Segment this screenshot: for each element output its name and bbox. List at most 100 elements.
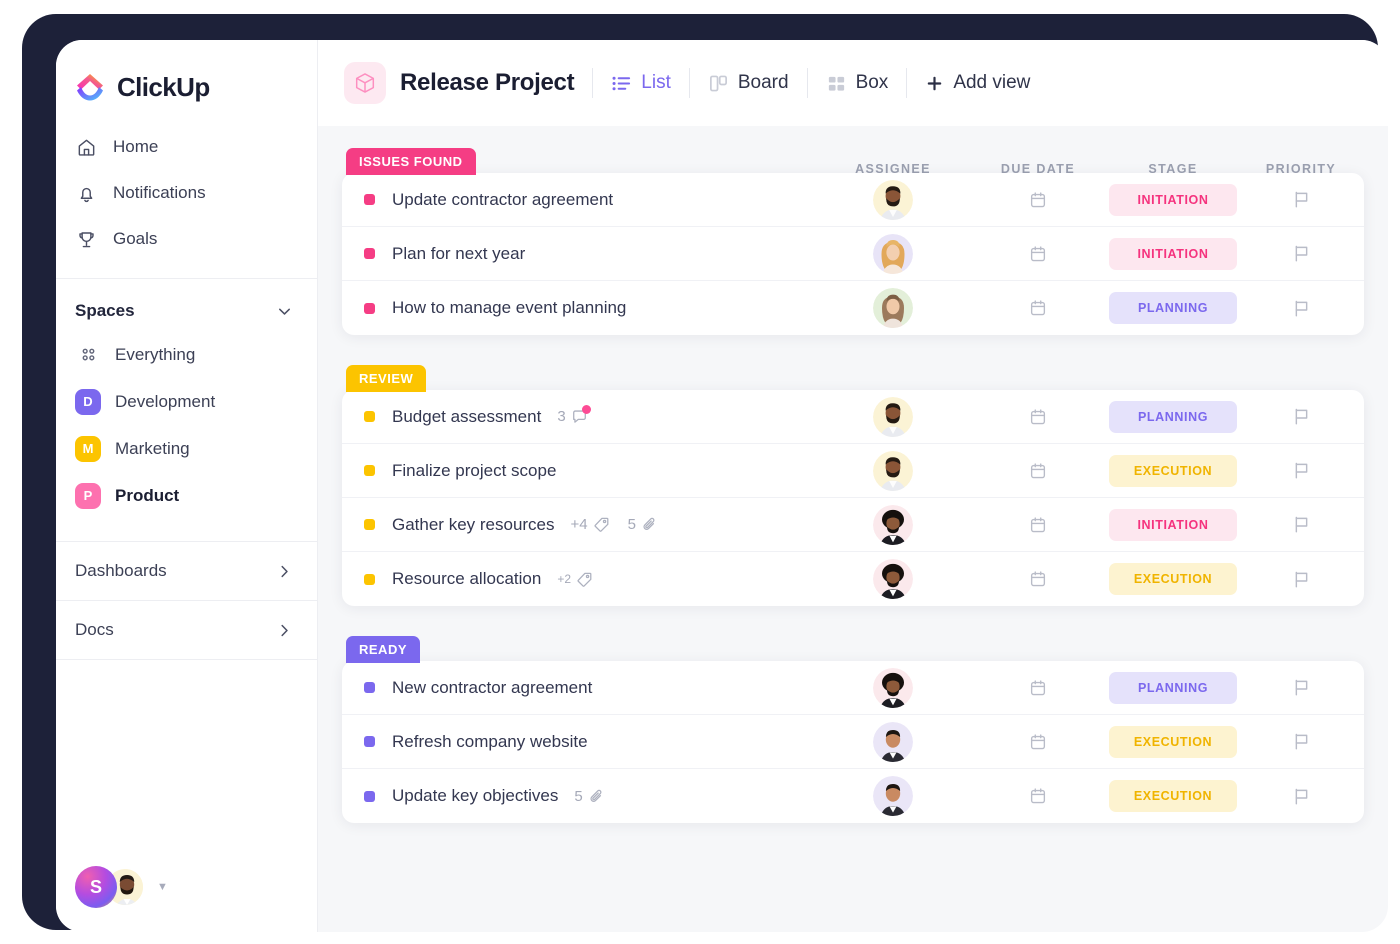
due-date-cell[interactable] (968, 515, 1108, 535)
calendar-icon[interactable] (1028, 298, 1048, 318)
chevron-down-icon[interactable] (276, 303, 293, 320)
add-view-button[interactable]: Add view (925, 72, 1030, 94)
task-status-bullet[interactable] (364, 194, 375, 205)
group-status-tag[interactable]: READY (346, 636, 421, 663)
priority-cell[interactable] (1238, 677, 1364, 698)
stage-cell[interactable]: INITIATION (1108, 183, 1238, 216)
due-date-cell[interactable] (968, 678, 1108, 698)
avatar[interactable] (873, 450, 913, 491)
sidebar-item-development[interactable]: D Development (56, 378, 317, 425)
avatar[interactable] (873, 396, 913, 437)
stage-cell[interactable]: PLANNING (1108, 400, 1238, 433)
table-row[interactable]: Update key objectives 5 EXECUTION (342, 769, 1364, 823)
avatar[interactable] (873, 504, 913, 545)
sidebar-item-dashboards[interactable]: Dashboards (56, 542, 317, 600)
user-avatar-group[interactable]: S ▼ (75, 866, 168, 908)
assignee-cell[interactable] (818, 288, 968, 328)
tab-list[interactable]: List (611, 72, 671, 94)
brand[interactable]: ClickUp (56, 40, 317, 104)
stage-cell[interactable]: EXECUTION (1108, 780, 1238, 812)
caret-down-icon[interactable]: ▼ (157, 881, 168, 893)
stage-cell[interactable]: EXECUTION (1108, 563, 1238, 595)
table-row[interactable]: Resource allocation +2 EXECUTION (342, 552, 1364, 606)
avatar[interactable] (873, 776, 913, 816)
nav-item-goals[interactable]: Goals (56, 216, 317, 262)
due-date-cell[interactable] (968, 569, 1108, 589)
status-badge[interactable]: EXECUTION (1109, 454, 1237, 487)
table-row[interactable]: Budget assessment 3 PLANNING (342, 390, 1364, 444)
assignee-cell[interactable] (818, 776, 968, 816)
avatar[interactable] (873, 179, 913, 220)
due-date-cell[interactable] (968, 786, 1108, 806)
calendar-icon[interactable] (1028, 678, 1048, 698)
due-date-cell[interactable] (968, 190, 1108, 210)
comment-count[interactable]: 3 (557, 405, 591, 425)
flag-icon[interactable] (1291, 298, 1312, 319)
flag-icon[interactable] (1291, 731, 1312, 752)
assignee-cell[interactable] (818, 233, 968, 274)
due-date-cell[interactable] (968, 244, 1108, 264)
table-row[interactable]: How to manage event planning PLANNING (342, 281, 1364, 335)
table-row[interactable]: Finalize project scope EXECUTION (342, 444, 1364, 498)
stage-cell[interactable]: INITIATION (1108, 237, 1238, 270)
status-badge[interactable]: PLANNING (1109, 671, 1237, 704)
due-date-cell[interactable] (968, 298, 1108, 318)
priority-cell[interactable] (1238, 786, 1364, 807)
table-row[interactable]: Update contractor agreement INITIATION (342, 173, 1364, 227)
flag-icon[interactable] (1291, 514, 1312, 535)
stage-cell[interactable]: PLANNING (1108, 671, 1238, 704)
stage-cell[interactable]: PLANNING (1108, 292, 1238, 324)
tag-count[interactable]: +4 (571, 516, 610, 533)
priority-cell[interactable] (1238, 243, 1364, 264)
calendar-icon[interactable] (1028, 786, 1048, 806)
status-badge[interactable]: EXECUTION (1109, 725, 1237, 758)
stage-cell[interactable]: INITIATION (1108, 508, 1238, 541)
flag-icon[interactable] (1291, 677, 1312, 698)
calendar-icon[interactable] (1028, 515, 1048, 535)
flag-icon[interactable] (1291, 406, 1312, 427)
priority-cell[interactable] (1238, 189, 1364, 210)
priority-cell[interactable] (1238, 731, 1364, 752)
assignee-cell[interactable] (818, 504, 968, 545)
nav-item-home[interactable]: Home (56, 124, 317, 170)
avatar[interactable] (873, 288, 913, 328)
status-badge[interactable]: INITIATION (1109, 183, 1237, 216)
table-row[interactable]: Plan for next year INITIATION (342, 227, 1364, 281)
task-status-bullet[interactable] (364, 411, 375, 422)
group-status-tag[interactable]: REVIEW (346, 365, 427, 392)
task-status-bullet[interactable] (364, 573, 375, 585)
status-badge[interactable]: PLANNING (1109, 292, 1237, 324)
status-badge[interactable]: EXECUTION (1109, 563, 1237, 595)
tab-box[interactable]: Box (826, 72, 888, 94)
nav-item-notifications[interactable]: Notifications (56, 170, 317, 216)
task-status-bullet[interactable] (364, 790, 375, 802)
stage-cell[interactable]: EXECUTION (1108, 454, 1238, 487)
priority-cell[interactable] (1238, 460, 1364, 481)
status-badge[interactable]: INITIATION (1109, 508, 1237, 541)
assignee-cell[interactable] (818, 559, 968, 599)
avatar[interactable] (873, 559, 913, 599)
calendar-icon[interactable] (1028, 732, 1048, 752)
tab-board[interactable]: Board (708, 72, 789, 94)
due-date-cell[interactable] (968, 461, 1108, 481)
calendar-icon[interactable] (1028, 244, 1048, 264)
task-status-bullet[interactable] (364, 736, 375, 747)
avatar[interactable] (873, 233, 913, 274)
avatar[interactable] (873, 721, 913, 762)
flag-icon[interactable] (1291, 786, 1312, 807)
task-status-bullet[interactable] (364, 465, 375, 476)
flag-icon[interactable] (1291, 569, 1312, 590)
calendar-icon[interactable] (1028, 569, 1048, 589)
task-status-bullet[interactable] (364, 682, 375, 693)
table-row[interactable]: New contractor agreement PLANNING (342, 661, 1364, 715)
flag-icon[interactable] (1291, 460, 1312, 481)
stage-cell[interactable]: EXECUTION (1108, 725, 1238, 758)
priority-cell[interactable] (1238, 569, 1364, 590)
status-badge[interactable]: INITIATION (1109, 237, 1237, 270)
workspace-avatar[interactable]: S (75, 866, 117, 908)
flag-icon[interactable] (1291, 189, 1312, 210)
priority-cell[interactable] (1238, 406, 1364, 427)
sidebar-item-product[interactable]: P Product (56, 472, 317, 519)
sidebar-item-everything[interactable]: Everything (56, 331, 317, 378)
priority-cell[interactable] (1238, 514, 1364, 535)
